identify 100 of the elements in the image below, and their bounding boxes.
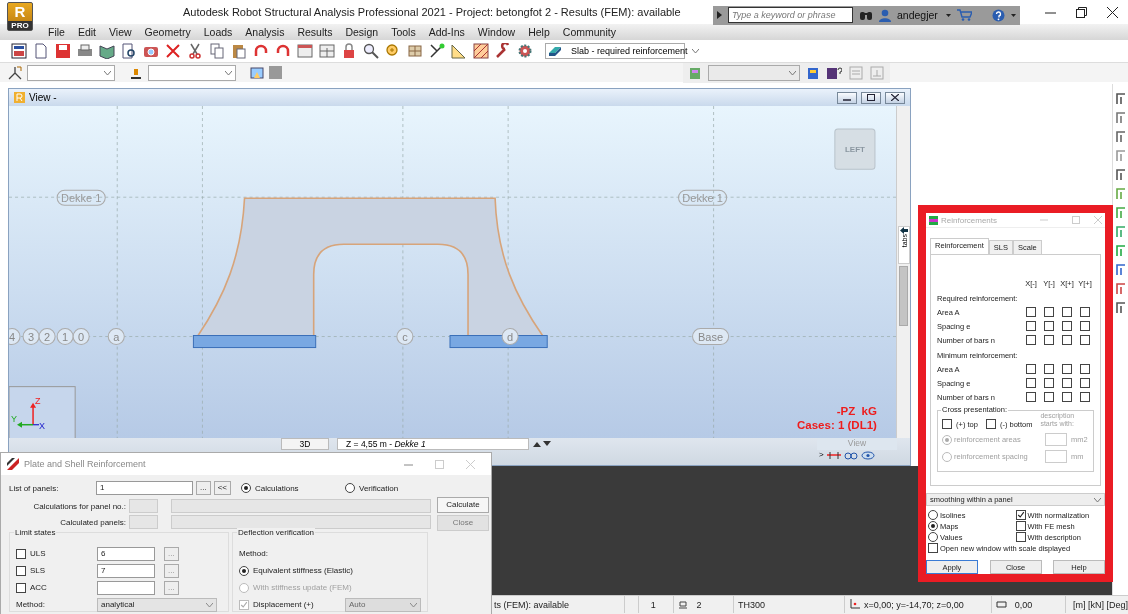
view-mode-button[interactable]: 3D <box>281 438 329 450</box>
checkbox[interactable] <box>942 419 952 429</box>
cases-help-icon[interactable] <box>826 65 842 80</box>
structure-icon[interactable] <box>407 43 423 59</box>
browse-button[interactable]: ... <box>196 481 211 495</box>
collapse-button[interactable]: << <box>213 481 231 495</box>
frame-icon[interactable] <box>1114 130 1127 143</box>
copy-icon[interactable] <box>209 43 225 59</box>
lock-icon[interactable] <box>341 43 357 59</box>
color-swatch[interactable] <box>269 66 282 79</box>
minimize-button[interactable] <box>837 91 857 104</box>
glasses-icon[interactable] <box>843 450 858 460</box>
table-icon[interactable] <box>297 43 313 59</box>
input-field[interactable]: 7 <box>97 563 155 578</box>
radio-button[interactable] <box>345 483 355 493</box>
input-field[interactable]: 1 <box>96 481 193 495</box>
undo-icon[interactable] <box>253 43 269 59</box>
checkbox[interactable] <box>1080 364 1090 374</box>
radio-button[interactable] <box>239 565 249 576</box>
method-combo[interactable]: analytical <box>97 597 217 612</box>
help-icon[interactable] <box>992 8 1005 22</box>
node-icon[interactable] <box>8 65 22 80</box>
book-icon[interactable] <box>99 43 115 59</box>
section-icon[interactable] <box>826 450 841 460</box>
scrollbar-thumb[interactable] <box>899 266 908 326</box>
checkbox[interactable] <box>1015 510 1026 520</box>
print-icon[interactable] <box>77 43 93 59</box>
close-button[interactable] <box>885 91 905 104</box>
checkbox[interactable] <box>1044 335 1054 345</box>
zoom-icon[interactable] <box>363 43 379 59</box>
node-icon[interactable] <box>429 43 445 59</box>
checkbox[interactable] <box>1026 321 1036 331</box>
radio-button[interactable] <box>928 521 938 531</box>
caret-icon[interactable] <box>225 70 232 75</box>
checkbox[interactable] <box>1026 364 1036 374</box>
menu-item[interactable]: Loads <box>197 26 239 38</box>
input-field[interactable] <box>129 515 158 529</box>
checkbox[interactable] <box>1062 307 1072 317</box>
next-button[interactable]: > <box>819 450 824 460</box>
frame-icon[interactable] <box>1114 111 1127 124</box>
triangle-ruler-icon[interactable] <box>451 43 467 59</box>
input-field[interactable] <box>97 580 155 595</box>
menu-item[interactable]: Tools <box>385 26 422 38</box>
checkbox[interactable] <box>1062 392 1072 402</box>
cut-icon[interactable] <box>187 43 203 59</box>
checkbox[interactable] <box>1015 532 1026 542</box>
checkbox[interactable] <box>1062 378 1072 388</box>
checkbox[interactable] <box>1080 307 1090 317</box>
save-icon[interactable] <box>55 43 71 59</box>
displacement-combo[interactable]: Auto <box>345 597 421 612</box>
caret-icon[interactable] <box>104 70 111 75</box>
checkbox[interactable] <box>1044 392 1054 402</box>
checkbox[interactable] <box>1044 378 1054 388</box>
input-field[interactable] <box>1045 433 1067 446</box>
close-icon[interactable] <box>1107 6 1118 18</box>
menu-item[interactable]: View <box>103 26 138 38</box>
radio-button[interactable] <box>241 483 251 493</box>
caret-icon[interactable] <box>789 70 796 75</box>
checkbox[interactable] <box>1044 321 1054 331</box>
cases-icon[interactable] <box>807 65 819 80</box>
level-field[interactable]: Z = 4,55 m - Dekke 1 <box>337 438 529 450</box>
checkbox[interactable] <box>16 548 26 559</box>
checkbox[interactable] <box>1062 321 1072 331</box>
menu-item[interactable]: Results <box>291 26 339 38</box>
menu-item[interactable]: Geometry <box>138 26 197 38</box>
checkbox[interactable] <box>1044 307 1054 317</box>
user-name[interactable]: andegjer <box>897 9 940 21</box>
input-field[interactable]: 6 <box>97 546 155 561</box>
caret-icon[interactable] <box>691 49 699 53</box>
table-icon[interactable] <box>319 43 335 59</box>
checkbox[interactable] <box>1026 392 1036 402</box>
checkbox[interactable] <box>16 565 26 576</box>
checkbox[interactable] <box>928 543 938 553</box>
input-field[interactable] <box>1045 450 1067 463</box>
menu-item[interactable]: Design <box>339 26 385 38</box>
new-document-icon[interactable] <box>33 43 49 59</box>
checkbox[interactable] <box>1015 521 1026 531</box>
dialog-button[interactable]: Calculate <box>437 497 489 513</box>
support[interactable] <box>449 335 548 349</box>
menu-item[interactable]: Help <box>522 26 556 38</box>
checkbox[interactable] <box>1062 364 1072 374</box>
radio-button[interactable] <box>928 532 938 542</box>
restore-button[interactable] <box>861 91 881 104</box>
menu-item[interactable]: Add-Ins <box>422 26 471 38</box>
checkbox[interactable] <box>1062 335 1072 345</box>
menu-item[interactable]: Edit <box>71 26 102 38</box>
menu-item[interactable]: File <box>42 26 71 38</box>
binoculars-icon[interactable] <box>859 9 873 21</box>
hatch-icon[interactable] <box>473 43 489 59</box>
input-field[interactable] <box>129 499 158 513</box>
checkbox[interactable] <box>1026 307 1036 317</box>
redo-icon[interactable] <box>275 43 291 59</box>
down-arrow-icon[interactable] <box>543 441 551 447</box>
up-arrow-icon[interactable] <box>533 441 541 447</box>
checkbox[interactable] <box>16 582 26 593</box>
checkbox[interactable] <box>1026 335 1036 345</box>
restore-icon[interactable] <box>1076 6 1087 18</box>
radio-button[interactable] <box>928 510 938 520</box>
menu-item[interactable]: Analysis <box>239 26 291 38</box>
display-icon[interactable] <box>250 65 264 80</box>
